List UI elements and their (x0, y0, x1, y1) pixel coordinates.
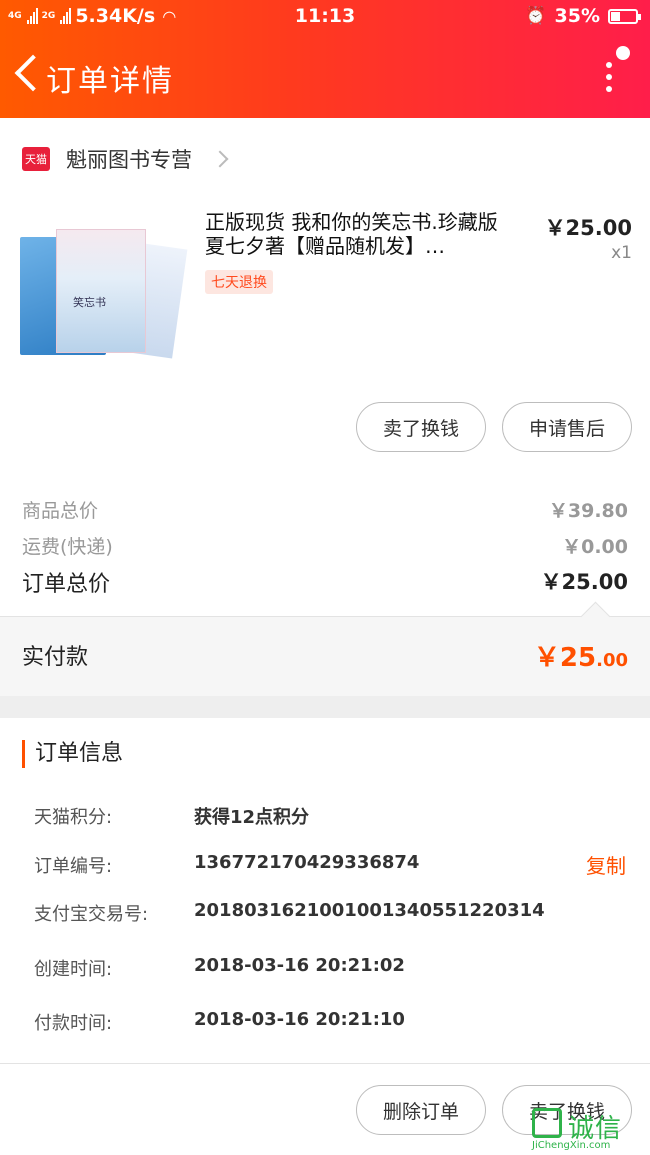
amount-paid-value: ￥25.00 (534, 637, 628, 674)
battery-icon (608, 8, 641, 24)
points-value: 获得12点积分 (194, 807, 310, 828)
points-row: 天猫积分: 获得12点积分 (34, 803, 634, 831)
shipping-label: 运费(快递) (22, 536, 113, 558)
book-cover-title: 笑忘书 (73, 296, 106, 309)
product-thumbnail[interactable]: 笑忘书 (20, 225, 188, 361)
shop-name: 魁丽图书专营 (66, 148, 192, 172)
order-total-label: 订单总价 (22, 572, 111, 597)
tmall-icon: 天猫 (22, 147, 50, 171)
order-number-value: 136772170429336874 (194, 852, 420, 873)
paid-time-row: 付款时间: 2018-03-16 20:21:10 (34, 1009, 634, 1037)
status-bar: 4G 2G 5.34K/s ◠ 11:13 ⏰ 35% (0, 0, 650, 34)
more-menu-icon[interactable] (596, 46, 630, 100)
footer-divider (0, 1063, 650, 1064)
goods-total-row: 商品总价 ￥39.80 (22, 496, 628, 523)
created-time-row: 创建时间: 2018-03-16 20:21:02 (34, 955, 634, 983)
alarm-icon: ⏰ (525, 6, 547, 26)
order-total-row: 订单总价 ￥25.00 (22, 566, 628, 598)
order-number-row: 订单编号: 136772170429336874 (34, 852, 634, 880)
amount-paid-label: 实付款 (22, 645, 89, 670)
notification-dot (616, 46, 630, 60)
paid-time-value: 2018-03-16 20:21:10 (194, 1009, 405, 1030)
points-label: 天猫积分: (34, 807, 113, 828)
created-time-value: 2018-03-16 20:21:02 (194, 955, 405, 976)
sell-button[interactable]: 卖了换钱 (356, 402, 486, 452)
created-time-label: 创建时间: (34, 959, 113, 980)
watermark-url: JiChengXin.com (532, 1140, 611, 1151)
copy-button[interactable]: 复制 (586, 850, 626, 879)
order-number-label: 订单编号: (34, 856, 113, 877)
order-info-heading: 订单信息 (22, 740, 123, 768)
section-divider (0, 696, 650, 718)
alipay-row: 支付宝交易号: 2018031621001001340551220314 (34, 900, 634, 928)
delete-order-button[interactable]: 删除订单 (356, 1085, 486, 1135)
product-quantity: x1 (611, 243, 632, 263)
after-sale-button[interactable]: 申请售后 (502, 402, 632, 452)
back-icon[interactable] (8, 52, 48, 100)
product-price: ￥25.00 (544, 216, 632, 240)
shipping-value: ￥0.00 (562, 536, 628, 558)
watermark-logo-icon (532, 1108, 562, 1138)
chevron-right-icon (211, 150, 229, 168)
goods-total-label: 商品总价 (22, 500, 99, 522)
watermark: 诚信 JiChengXin.com (532, 1108, 644, 1152)
shop-link[interactable]: 天猫 魁丽图书专营 (22, 144, 229, 174)
page-title: 订单详情 (46, 64, 174, 99)
battery-percent: 35% (554, 5, 600, 27)
product-title[interactable]: 正版现货 我和你的笑忘书.珍藏版 夏七夕著【赠品随机发】… (205, 210, 523, 258)
alipay-value: 2018031621001001340551220314 (194, 900, 545, 921)
book-cover: 笑忘书 (56, 229, 146, 353)
return-policy-tag: 七天退换 (205, 270, 273, 294)
paid-time-label: 付款时间: (34, 1013, 113, 1034)
goods-total-value: ￥39.80 (548, 500, 628, 522)
order-total-value: ￥25.00 (540, 570, 628, 594)
nav-bar: 订单详情 (0, 34, 650, 118)
header: 4G 2G 5.34K/s ◠ 11:13 ⏰ 35% 订单详情 (0, 0, 650, 118)
amount-paid-decimal: .00 (596, 650, 628, 671)
amount-paid-panel: 实付款 ￥25.00 (0, 616, 650, 696)
shipping-row: 运费(快递) ￥0.00 (22, 532, 628, 559)
amount-paid-main: ￥25 (533, 643, 597, 673)
alipay-label: 支付宝交易号: (34, 904, 149, 925)
